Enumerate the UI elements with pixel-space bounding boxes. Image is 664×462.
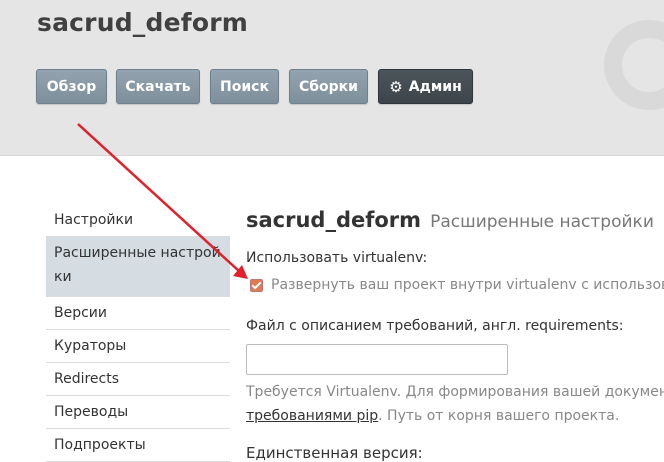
arrow-shaft — [77, 123, 241, 273]
annotation-arrow — [77, 123, 248, 279]
